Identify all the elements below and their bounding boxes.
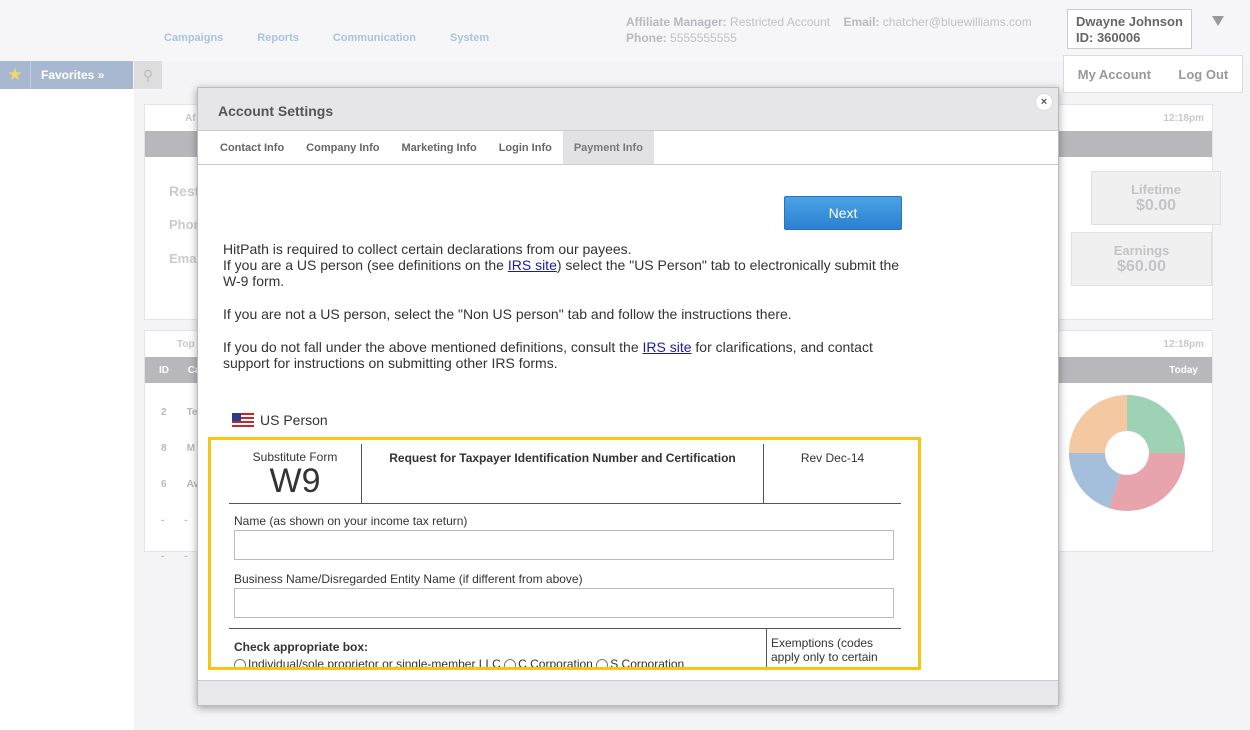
earnings-label: Earnings [1113, 243, 1170, 258]
tax-class-options: Individual/sole proprietor or single-mem… [234, 657, 685, 670]
check-box-label: Check appropriate box: [234, 640, 369, 654]
col-id: ID [159, 364, 169, 376]
us-person-tab[interactable]: US Person [232, 412, 328, 428]
affiliate-info: Affiliate Manager: Restricted Account Em… [626, 14, 1032, 46]
left-pane [0, 89, 134, 730]
nav-system[interactable]: System [450, 32, 489, 44]
user-id: ID: 360006 [1076, 30, 1141, 45]
nav-communication[interactable]: Communication [333, 32, 416, 44]
dialog-header: Account Settings [198, 88, 1058, 131]
panel1-header: Af [185, 112, 196, 124]
tab-company-info[interactable]: Company Info [295, 131, 390, 164]
account-settings-dialog: Account Settings Contact Info Company In… [197, 87, 1059, 706]
user-name: Dwayne Johnson [1076, 14, 1183, 29]
radio-s-corp[interactable] [596, 658, 609, 667]
account-menu: My Account Log Out [1063, 55, 1243, 93]
phone-label: Phone: [626, 31, 667, 45]
main-nav: Campaigns Reports Communication System [164, 32, 523, 44]
earnings-value: $60.00 [1117, 258, 1166, 275]
table-row: 2 Te [161, 407, 198, 418]
pin-icon[interactable]: ⚲ [134, 61, 162, 89]
panel1-time: 12:18pm [1163, 112, 1204, 124]
intro-line2a: If you are a US person (see definitions … [223, 257, 508, 273]
favorites-bar[interactable]: ★ Favorites » [0, 61, 133, 89]
nav-campaigns[interactable]: Campaigns [164, 32, 223, 44]
exemptions-text: Exemptions (codes apply only to certain [766, 628, 901, 667]
close-icon[interactable]: × [1035, 93, 1053, 111]
dialog-footer [198, 680, 1058, 705]
business-name-label: Business Name/Disregarded Entity Name (i… [234, 572, 583, 586]
irs-site-link-2[interactable]: IRS site [643, 339, 692, 355]
name-input[interactable] [234, 530, 894, 560]
panel2-time: 12:18pm [1163, 338, 1204, 350]
lifetime-value: $0.00 [1135, 197, 1177, 214]
next-button[interactable]: Next [784, 196, 902, 230]
top-bar: Campaigns Reports Communication System A… [0, 0, 1250, 62]
option-individual: Individual/sole proprietor or single-mem… [248, 657, 501, 670]
table-row: 8M [161, 443, 195, 454]
w9-revision: Rev Dec-14 [800, 451, 865, 465]
dialog-body: Next HitPath is required to collect cert… [198, 166, 1058, 680]
rest-label: Rest [169, 183, 200, 199]
donut-chart [1069, 395, 1185, 511]
tab-contact-info[interactable]: Contact Info [209, 131, 295, 164]
lifetime-label: Lifetime [1131, 182, 1181, 197]
intro-line3a: If you do not fall under the above menti… [223, 339, 643, 355]
w9-form-name: W9 [269, 462, 321, 500]
table-row: -- [161, 551, 188, 562]
intro-text: HitPath is required to collect certain d… [223, 241, 913, 388]
name-label: Name (as shown on your income tax return… [234, 514, 468, 528]
tab-payment-info[interactable]: Payment Info [562, 131, 654, 164]
radio-individual[interactable] [234, 658, 246, 667]
affiliate-manager-value: Restricted Account [730, 15, 831, 29]
my-account-link[interactable]: My Account [1078, 67, 1151, 82]
star-icon: ★ [7, 65, 23, 84]
chevron-down-icon[interactable] [1212, 16, 1224, 26]
user-box[interactable]: Dwayne Johnson ID: 360006 [1067, 9, 1192, 49]
us-flag-icon [232, 413, 254, 427]
phone-value: 5555555555 [670, 31, 737, 45]
email-value: chatcher@bluewilliams.com [882, 15, 1032, 29]
favorites-label: Favorites » [30, 61, 104, 89]
w9-title: Request for Taxpayer Identification Numb… [362, 444, 764, 504]
w9-form: Substitute Form W9 Request for Taxpayer … [208, 437, 921, 670]
panel2-header: Top [177, 338, 195, 350]
table-row: -- [161, 515, 188, 526]
email-label-bg: Emai [169, 251, 201, 266]
option-c-corp: C Corporation [518, 657, 593, 670]
email-label: Email: [843, 15, 880, 29]
business-name-input[interactable] [234, 588, 894, 618]
settings-tabs: Contact Info Company Info Marketing Info… [198, 131, 1058, 165]
intro-line1: HitPath is required to collect certain d… [223, 241, 632, 257]
nav-reports[interactable]: Reports [257, 32, 299, 44]
radio-c-corp[interactable] [504, 658, 517, 667]
us-person-label: US Person [260, 412, 328, 428]
w9-header: Substitute Form W9 Request for Taxpayer … [229, 444, 901, 504]
affiliate-manager-label: Affiliate Manager: [626, 15, 727, 29]
lifetime-box: Lifetime $0.00 [1091, 171, 1221, 225]
table-row: 6 Av [161, 479, 199, 490]
option-s-corp: S Corporation [610, 657, 685, 670]
col-today: Today [1169, 364, 1198, 376]
tab-login-info[interactable]: Login Info [488, 131, 563, 164]
logout-link[interactable]: Log Out [1178, 67, 1228, 82]
irs-site-link[interactable]: IRS site [508, 257, 557, 273]
dialog-title: Account Settings [218, 103, 334, 119]
table-rows: 2 Te 8M 6 Av -- -- [161, 395, 199, 575]
tab-marketing-info[interactable]: Marketing Info [391, 131, 488, 164]
intro-non-us: If you are not a US person, select the "… [223, 306, 792, 322]
earnings-box: Earnings $60.00 [1071, 232, 1212, 286]
